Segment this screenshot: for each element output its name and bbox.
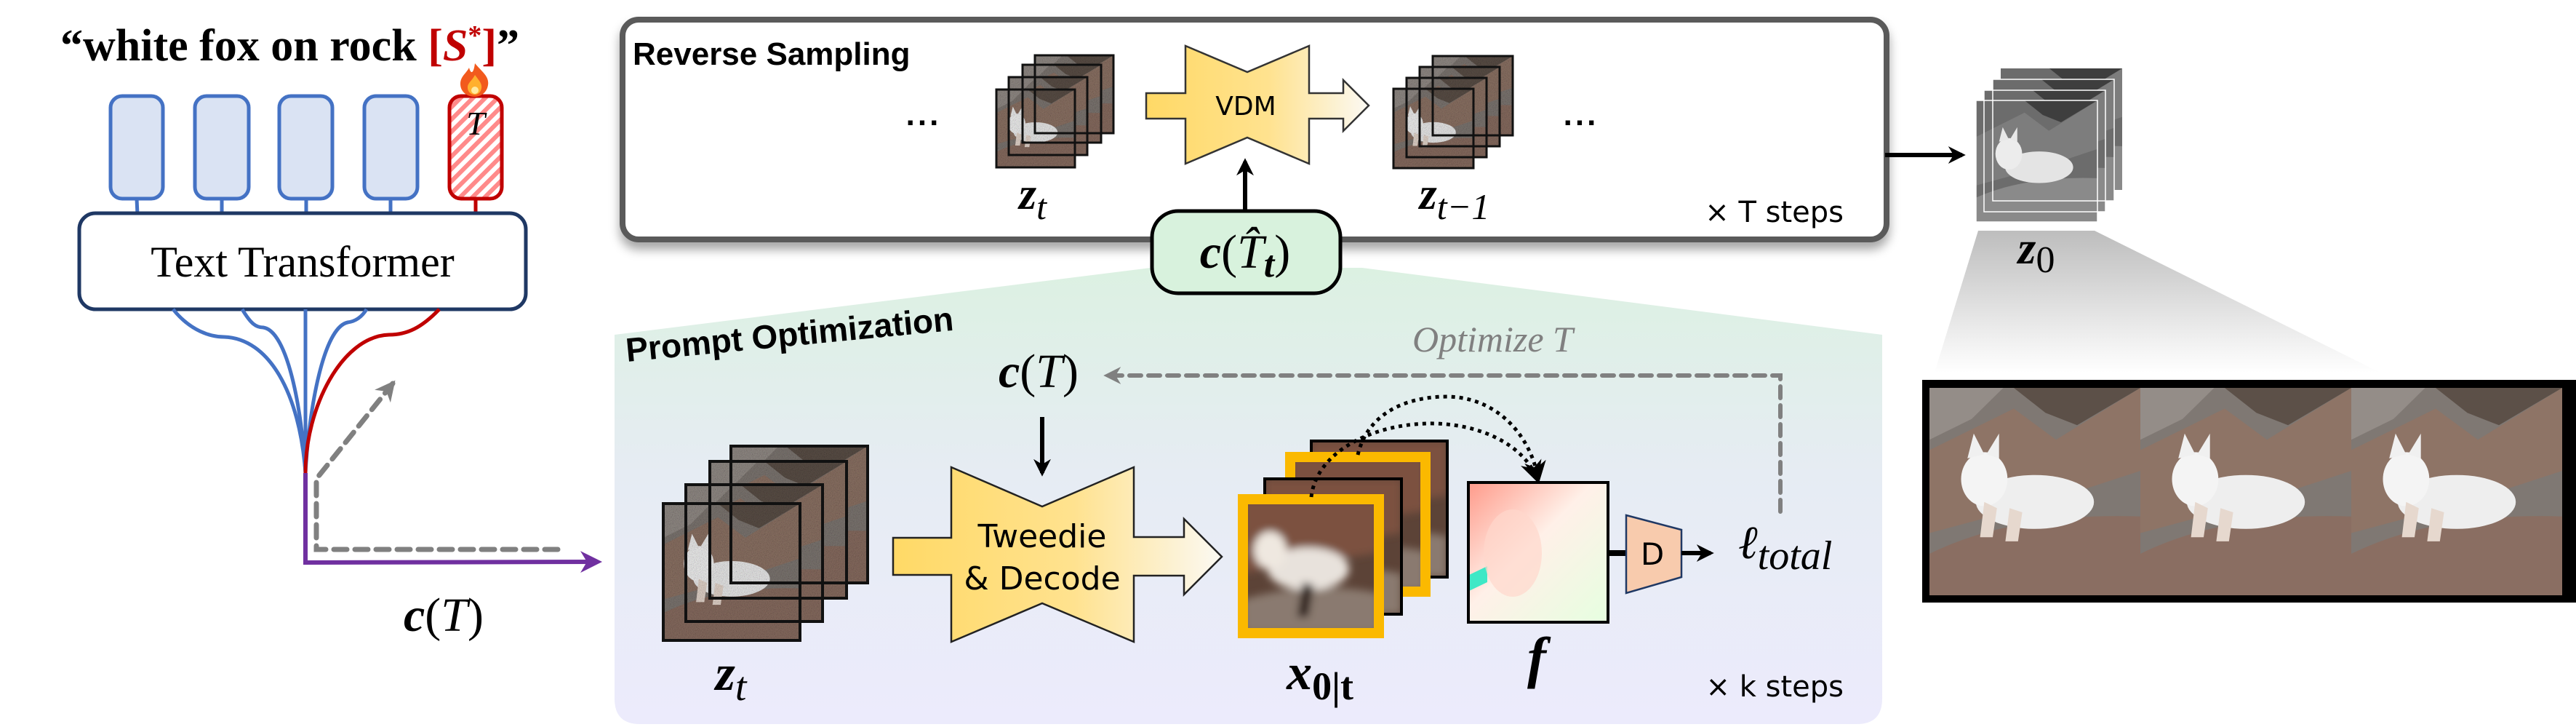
text-transformer-label: Text Transformer [151, 238, 454, 286]
open-quote: “ [60, 21, 83, 71]
token-box [108, 94, 165, 201]
condition-box: c(T̂t) [1150, 209, 1343, 295]
token-box [277, 94, 335, 201]
prompt-words: white fox on rock [83, 21, 428, 71]
token-box [193, 94, 251, 201]
discriminator-label: D [1641, 536, 1664, 572]
tweedie-label: Tweedie [977, 518, 1107, 555]
optical-flow-map [1467, 481, 1609, 624]
reverse-sampling-title: Reverse Sampling [633, 36, 911, 72]
learnable-token-symbol: T [466, 105, 487, 142]
text-transformer: Text Transformer [77, 211, 528, 311]
video-frame [2351, 388, 2562, 595]
condition-label: c(T̂t) [1200, 226, 1290, 285]
zoom-projection [1935, 231, 2380, 373]
special-token-star: * [468, 20, 481, 51]
optimization-steps-label: × k steps [1706, 670, 1844, 704]
special-token-symbol: S [443, 21, 468, 71]
token-box [362, 94, 420, 201]
optimization-dashed-arrow [313, 380, 561, 552]
video-frame [1929, 388, 2140, 595]
vdm-label: VDM [1215, 92, 1276, 122]
token-embeddings: T [108, 63, 504, 215]
ellipsis-right: ... [1564, 97, 1599, 132]
video-frame [2140, 388, 2351, 595]
ellipsis-left: ... [906, 97, 942, 132]
svg-text:“white fox on rock [S*]”: “white fox on rock [S*]” [60, 20, 519, 71]
embedding-merge-lines [172, 308, 602, 573]
token-close-bracket: ] [481, 21, 497, 71]
embedding-label: c(T) [404, 589, 484, 642]
prompt-text: “white fox on rock [S*]” [60, 20, 519, 71]
reverse-steps-label: × T steps [1705, 196, 1844, 229]
close-quote: ” [497, 21, 519, 71]
decode-label: & Decode [964, 560, 1120, 597]
method-diagram: “white fox on rock [S*]” T Text Transfor… [60, 17, 2576, 724]
output-video-frames [1922, 380, 2576, 603]
optimize-label: Optimize T [1412, 319, 1575, 359]
optimization-condition-label: c(T) [999, 345, 1079, 398]
output-latent-stack [1975, 68, 2122, 223]
token-open-bracket: [ [428, 21, 443, 71]
reverse-sampling-panel: Reverse Sampling ... ... zt VDM zt−1 × T… [620, 17, 1889, 242]
